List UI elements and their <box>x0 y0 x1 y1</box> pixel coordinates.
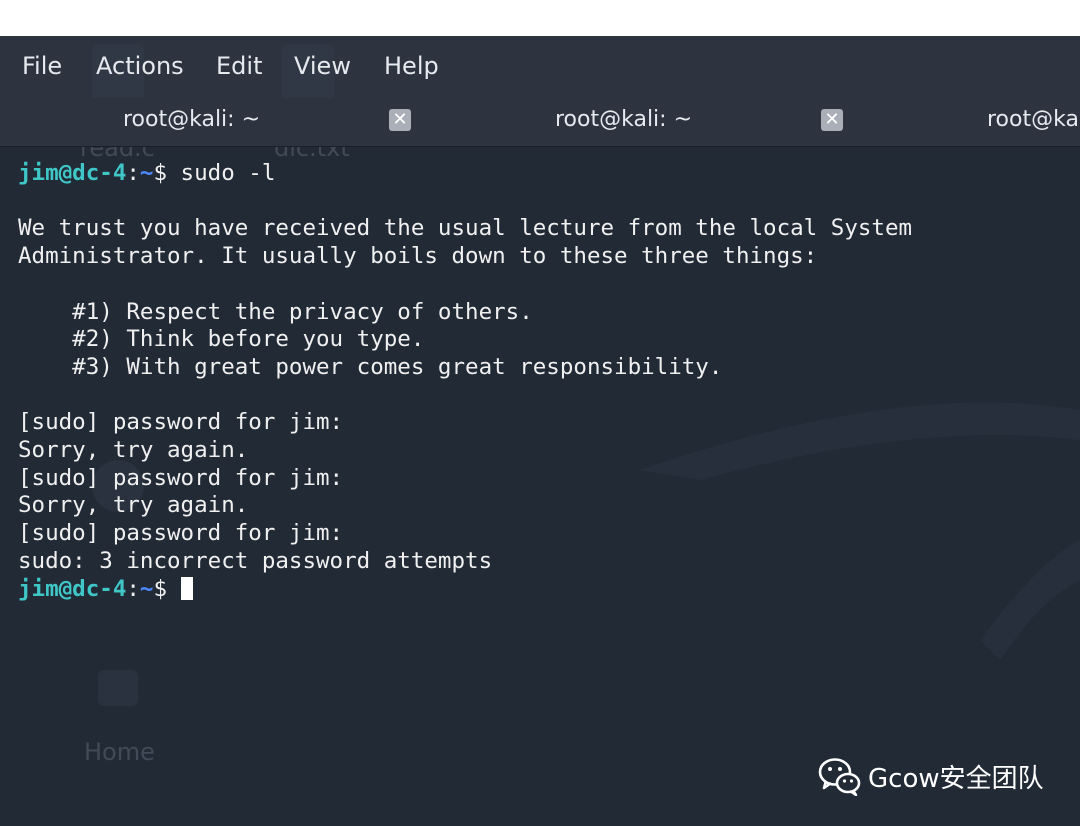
prompt-symbol: $ <box>153 575 168 602</box>
prompt-line: jim@dc-4:~$ sudo -l <box>18 160 912 188</box>
output-line: Sorry, try again. <box>18 437 249 464</box>
wechat-icon <box>818 758 861 796</box>
prompt-separator: : <box>126 575 140 602</box>
output-line: We trust you have received the usual lec… <box>18 215 913 242</box>
output-line: #2) Think before you type. <box>18 326 425 353</box>
menu-file[interactable]: File <box>22 52 62 80</box>
menu-help[interactable]: Help <box>384 52 439 80</box>
prompt-user: jim@dc-4 <box>18 160 127 186</box>
prompt-user: jim@dc-4 <box>18 575 127 602</box>
menu-edit[interactable]: Edit <box>216 52 262 80</box>
output-line: sudo: 3 incorrect password attempts <box>18 547 493 574</box>
terminal-output[interactable]: jim@dc-4:~$ sudo -l We trust you have re… <box>18 160 912 603</box>
tab-3-label[interactable]: root@ka <box>987 107 1079 132</box>
menu-actions[interactable]: Actions <box>96 52 184 80</box>
tab-1-close-icon[interactable]: ✕ <box>389 109 411 131</box>
watermark: Gcow安全团队 <box>818 756 1044 796</box>
watermark-text: Gcow安全团队 <box>868 763 1044 794</box>
output-line: Administrator. It usually boils down to … <box>18 243 818 270</box>
output-line: #1) Respect the privacy of others. <box>18 298 533 325</box>
desktop-home-label: Home <box>84 738 155 766</box>
menu-view[interactable]: View <box>294 52 351 80</box>
command-text: sudo -l <box>167 160 276 186</box>
prompt-path: ~ <box>139 575 154 602</box>
output-line: [sudo] password for jim: <box>18 520 344 547</box>
output-line: [sudo] password for jim: <box>18 464 344 491</box>
text-cursor <box>180 576 193 600</box>
output-line: #3) With great power comes great respons… <box>18 353 723 380</box>
prompt-symbol: $ <box>153 160 168 186</box>
tab-2-label[interactable]: root@kali: ~ <box>555 107 692 132</box>
home-icon <box>98 670 138 706</box>
output-line: Sorry, try again. <box>18 492 249 519</box>
prompt-separator: : <box>126 160 140 186</box>
tab-1-label[interactable]: root@kali: ~ <box>123 107 260 132</box>
output-line: [sudo] password for jim: <box>18 409 344 436</box>
prompt-line: jim@dc-4:~$ <box>18 576 912 604</box>
terminal-window: read.c dic.txt Home File Actions Edit Vi… <box>0 0 1080 826</box>
prompt-path: ~ <box>139 160 154 186</box>
tab-2-close-icon[interactable]: ✕ <box>821 109 843 131</box>
